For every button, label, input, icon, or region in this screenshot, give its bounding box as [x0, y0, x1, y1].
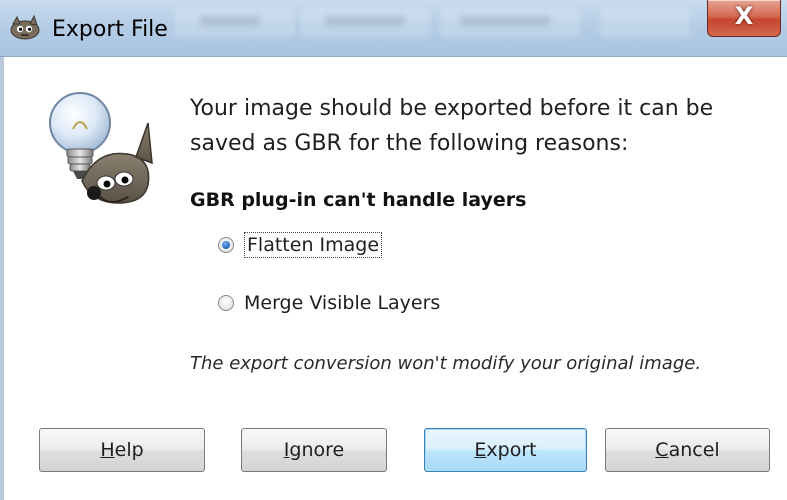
- help-button[interactable]: Help: [39, 428, 205, 472]
- close-button[interactable]: X: [707, 0, 781, 37]
- ignore-button[interactable]: Ignore: [241, 428, 387, 472]
- gimp-lightbulb-icon: [40, 85, 158, 207]
- option-label: Flatten Image: [244, 232, 383, 258]
- background-blur: [460, 16, 550, 26]
- conversion-note: The export conversion won't modify your …: [190, 353, 702, 374]
- background-blur: [200, 16, 260, 26]
- radio-button-selected[interactable]: [218, 237, 234, 253]
- background-blur: [325, 16, 405, 26]
- dialog-message: Your image should be exported before it …: [190, 96, 714, 156]
- cancel-button[interactable]: Cancel: [605, 428, 770, 472]
- option-flatten-image[interactable]: Flatten Image: [218, 232, 383, 258]
- close-icon: X: [734, 2, 754, 30]
- export-button[interactable]: Export: [424, 428, 587, 472]
- option-merge-visible-layers[interactable]: Merge Visible Layers: [218, 292, 440, 314]
- gimp-app-icon: [8, 14, 42, 40]
- option-label: Merge Visible Layers: [244, 292, 441, 314]
- background-blur: [600, 8, 690, 38]
- radio-button[interactable]: [218, 295, 234, 311]
- window-title: Export File: [52, 17, 168, 42]
- title-bar[interactable]: Export File X: [0, 0, 787, 57]
- reason-heading: GBR plug-in can't handle layers: [190, 189, 527, 211]
